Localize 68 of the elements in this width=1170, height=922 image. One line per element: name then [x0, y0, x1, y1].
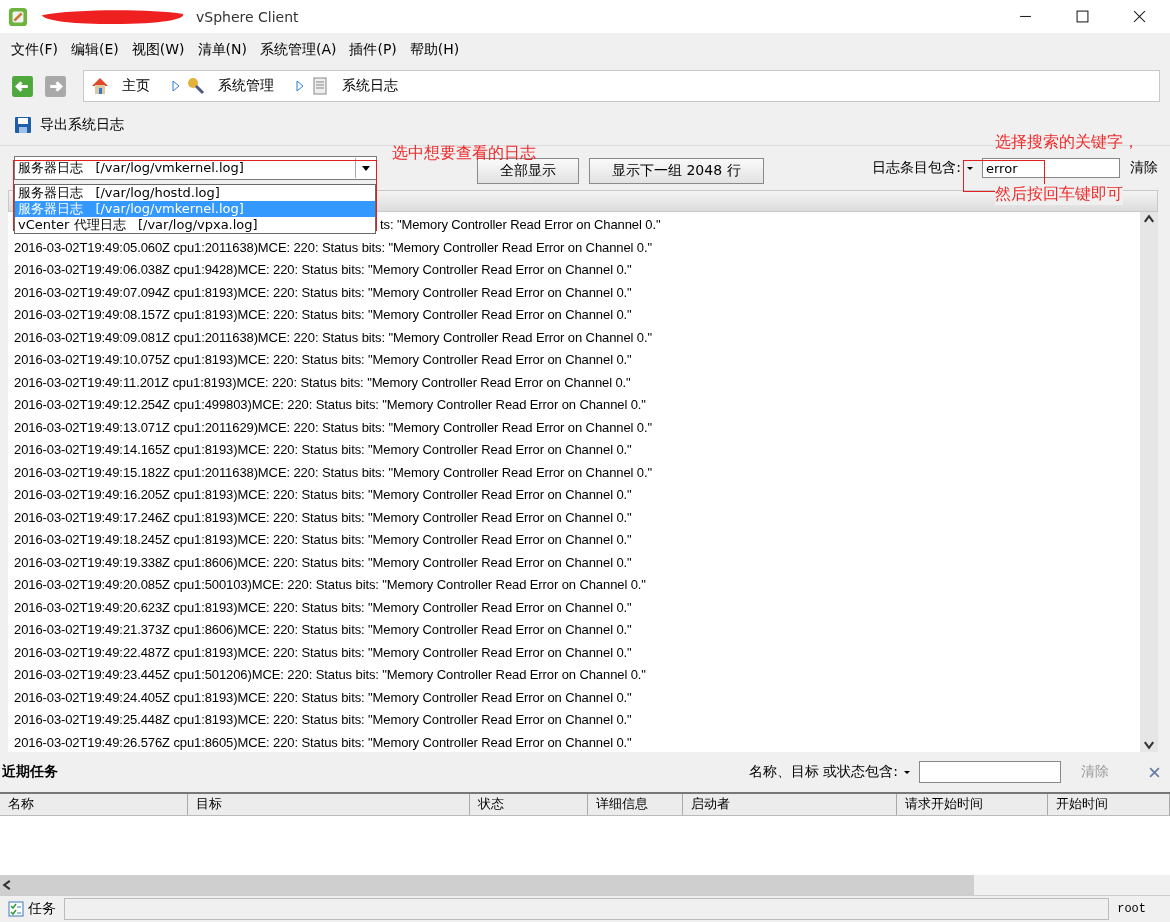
log-line: 2016-03-02T19:49:20.623Z cpu1:8193)MCE: 220: Status bits: "Memory Controller Read Error on Channel 0." [14, 598, 632, 617]
log-line: 2016-03-02T19:49:07.094Z cpu1:8193)MCE: 220: Status bits: "Memory Controller Read Error on Channel 0." [14, 283, 632, 302]
dropdown-option[interactable]: 服务器日志 [/var/log/hostd.log] [15, 185, 375, 201]
log-line: 2016-03-02T19:49:09.081Z cpu1:2011638)MCE: 220: Status bits: "Memory Controller Read Error on Channel 0." [14, 328, 652, 347]
menu-item[interactable]: 文件(F) [11, 41, 58, 59]
column-header[interactable]: 请求开始时间 [897, 794, 1048, 815]
log-line: 2016-03-02T19:49:26.576Z cpu1:8605)MCE: 220: Status bits: "Memory Controller Read Error on Channel 0." [14, 733, 632, 752]
document-icon [310, 76, 330, 96]
log-line: 2016-03-02T19:49:12.254Z cpu1:499803)MCE: 220: Status bits: "Memory Controller Read Error on Channel 0." [14, 396, 646, 414]
checklist-icon [8, 901, 24, 917]
annotation-text: 然后按回车键即可 [995, 184, 1123, 205]
house-icon [90, 76, 110, 96]
menu-item[interactable]: 清单(N) [197, 41, 247, 59]
user-name: root [1117, 902, 1147, 916]
toolbar-button[interactable]: 显示下一组 2048 行 [589, 158, 764, 184]
tasks-button[interactable]: 任务 [8, 900, 56, 918]
log-line: 2016-03-02T19:49:14.165Z cpu1:8193)MCE: 220: Status bits: "Memory Controller Read Error on Channel 0." [14, 441, 632, 459]
log-line: 2016-03-02T19:49:08.157Z cpu1:8193)MCE: 220: Status bits: "Memory Controller Read Error on Channel 0." [14, 306, 632, 324]
menu-item[interactable]: 帮助(H) [409, 41, 460, 59]
filter-label[interactable]: 日志条目包含: [872, 159, 961, 177]
menu-item[interactable]: 插件(P) [349, 41, 397, 59]
log-line: 2016-03-02T19:49:21.373Z cpu1:8606)MCE: 220: Status bits: "Memory Controller Read Error on Channel 0." [14, 621, 632, 639]
log-line: 2016-03-02T19:49:13.071Z cpu1:2011629)MCE: 220: Status bits: "Memory Controller Read Error on Channel 0." [14, 418, 652, 437]
menu-item[interactable]: 编辑(E) [71, 41, 119, 59]
menu-item[interactable]: 系统管理(A) [259, 41, 337, 59]
log-line: 2016-03-02T19:49:22.487Z cpu1:8193)MCE: 220: Status bits: "Memory Controller Read Error on Channel 0." [14, 643, 632, 662]
column-header[interactable]: 启动者 [682, 794, 898, 815]
maximize-icon[interactable] [1076, 10, 1089, 23]
log-line: 2016-03-02T19:49:17.246Z cpu1:8193)MCE: 220: Status bits: "Memory Controller Read Error on Channel 0." [14, 508, 632, 527]
annotation-text: 选择搜索的关键字， [995, 132, 1139, 153]
panel-title: 近期任务 [2, 763, 58, 781]
arrow-right-icon [172, 80, 180, 92]
log-line: 2016-03-02T19:49:06.038Z cpu1:9428)MCE: 220: Status bits: "Memory Controller Read Error on Channel 0." [14, 261, 632, 279]
caret-icon[interactable] [903, 768, 911, 776]
log-line: 2016-03-02T19:49:10.075Z cpu1:8193)MCE: 220: Status bits: "Memory Controller Read Error on Channel 0." [14, 351, 632, 369]
log-line: 2016-03-02T19:49:20.085Z cpu1:500103)MCE: 220: Status bits: "Memory Controller Read Error on Channel 0." [14, 576, 646, 594]
log-line: 2016-03-02T19:49:19.338Z cpu1:8606)MCE: 220: Status bits: "Memory Controller Read Error on Channel 0." [14, 553, 632, 572]
dropdown-option[interactable]: vCenter 代理日志 [/var/log/vpxa.log] [15, 217, 375, 233]
log-line: ts: "Memory Controller Read Error on Channel 0." [380, 216, 661, 234]
log-select-dropdown[interactable]: 服务器日志 [/var/log/vmkernel.log] [14, 156, 377, 180]
column-header[interactable]: 状态 [469, 794, 589, 815]
log-line: 2016-03-02T19:49:18.245Z cpu1:8193)MCE: 220: Status bits: "Memory Controller Read Error on Channel 0." [14, 531, 632, 549]
breadcrumb-item[interactable]: 系统日志 [342, 77, 398, 95]
log-line: 2016-03-02T19:49:05.060Z cpu1:2011638)MCE: 220: Status bits: "Memory Controller Read Error on Channel 0." [14, 238, 652, 257]
column-header[interactable]: 开始时间 [1047, 794, 1170, 815]
arrow-right-icon [296, 80, 304, 92]
filter-label[interactable]: 名称、目标 或状态包含: [748, 763, 898, 781]
close-icon[interactable] [1133, 10, 1146, 23]
log-line: 2016-03-02T19:49:25.448Z cpu1:8193)MCE: 220: Status bits: "Memory Controller Read Error on Channel 0." [14, 711, 632, 729]
filter-field[interactable]: error [982, 158, 1120, 178]
key-icon [186, 76, 206, 96]
export-logs-button[interactable]: 导出系统日志 [14, 116, 124, 134]
log-line: 2016-03-02T19:49:24.405Z cpu1:8193)MCE: 220: Status bits: "Memory Controller Read Error on Channel 0." [14, 688, 632, 707]
log-line: 2016-03-02T19:49:23.445Z cpu1:501206)MCE: 220: Status bits: "Memory Controller Read Error on Channel 0." [14, 666, 646, 684]
window-title: vSphere Client [196, 8, 299, 25]
log-line: 2016-03-02T19:49:16.205Z cpu1:8193)MCE: 220: Status bits: "Memory Controller Read Error on Channel 0." [14, 486, 632, 504]
breadcrumb-item[interactable]: 主页 [122, 77, 150, 95]
app-logo-icon [8, 6, 28, 27]
log-line: 2016-03-02T19:49:11.201Z cpu1:8193)MCE: 220: Status bits: "Memory Controller Read Error on Channel 0." [14, 373, 631, 392]
column-header[interactable]: 详细信息 [588, 794, 683, 815]
clear-link[interactable]: 清除 [1130, 159, 1158, 177]
column-header[interactable]: 名称 [0, 794, 189, 815]
task-filter-field[interactable] [919, 761, 1061, 783]
caret-icon[interactable] [966, 164, 974, 172]
column-header[interactable]: 目标 [188, 794, 470, 815]
menu-item[interactable]: 视图(W) [131, 41, 185, 59]
log-line: 2016-03-02T19:49:15.182Z cpu1:2011638)MCE: 220: Status bits: "Memory Controller Read Error on Channel 0." [14, 463, 652, 482]
breadcrumb-item[interactable]: 系统管理 [218, 77, 274, 95]
